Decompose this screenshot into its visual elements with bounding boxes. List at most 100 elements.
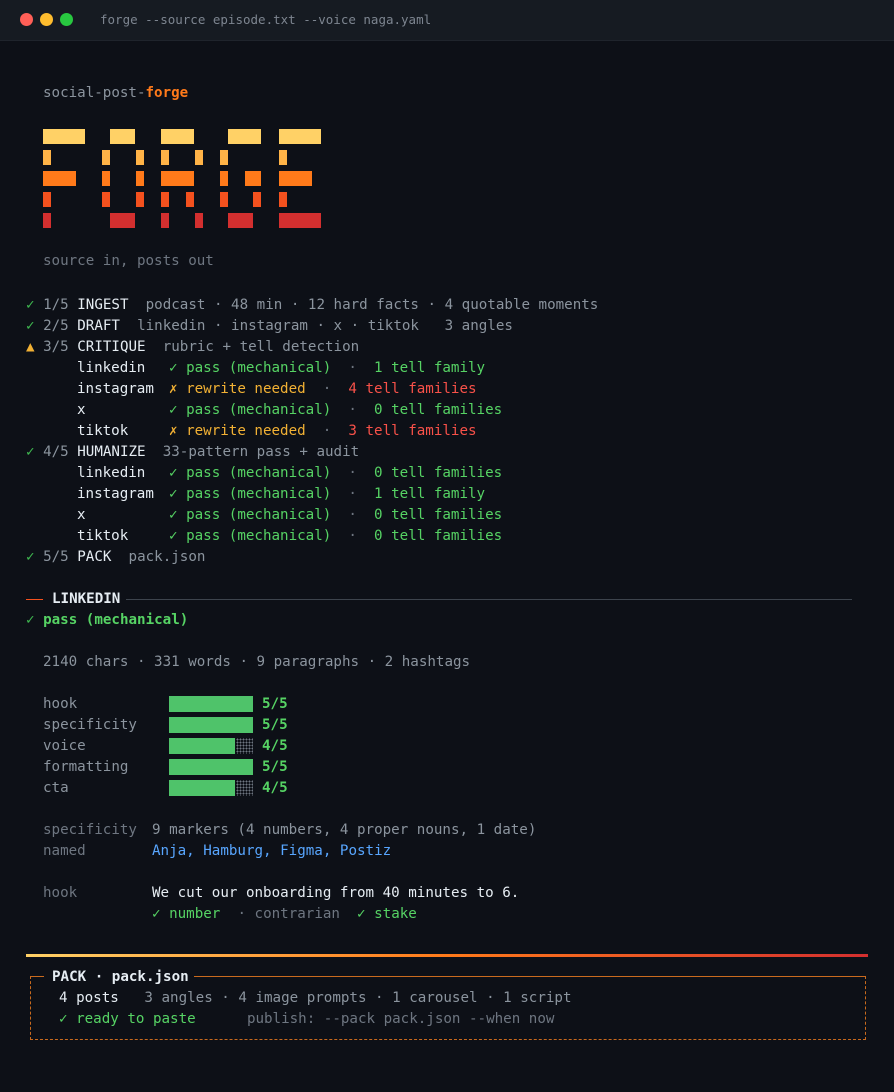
rubric-label-voice: voice	[43, 738, 86, 754]
maximize-window-button[interactable]	[60, 13, 73, 26]
check-icon: ✓	[26, 297, 35, 313]
warning-icon: ▲	[26, 339, 35, 355]
rule-right	[126, 599, 852, 600]
humanize-row-linkedin: linkedin ✓ pass (mechanical) · 0 tell fam…	[77, 463, 502, 484]
rubric-label-hook: hook	[43, 696, 78, 712]
step-detail: pack.json	[128, 549, 206, 565]
check-icon: ✓	[152, 906, 161, 922]
check-icon: ✓	[26, 444, 35, 460]
separator: ·	[348, 465, 357, 481]
rubric-score-voice: 4/5	[262, 738, 288, 754]
step-detail: linkedin · instagram · x · tiktok 3 angl…	[137, 318, 513, 334]
check-icon: ✓	[26, 612, 35, 628]
hook-text: We cut our onboarding from 40 minutes to…	[152, 885, 520, 901]
step-number: 2/5	[43, 318, 69, 334]
tell-count: 1 tell family	[374, 360, 486, 376]
check-icon: ✓	[169, 507, 178, 523]
step-name: HUMANIZE	[77, 444, 146, 460]
separator: ·	[322, 381, 332, 397]
check-icon: ✓	[169, 465, 178, 481]
platform-name: instagram	[77, 381, 154, 397]
brand-prefix: social-post-	[43, 85, 146, 101]
pack-title: PACK · pack.json	[52, 967, 194, 987]
row-status: rewrite needed	[186, 381, 306, 397]
brand-name: social-post-forge	[43, 85, 188, 101]
rubric-score-cta: 4/5	[262, 780, 288, 796]
cross-icon: ✗	[169, 423, 178, 439]
humanize-row-instagram: instagram ✓ pass (mechanical) · 1 tell fa…	[77, 484, 485, 505]
check-icon: ✓	[169, 402, 178, 418]
gradient-divider	[26, 954, 868, 957]
step-name: CRITIQUE	[77, 339, 146, 355]
publish-command[interactable]: publish: --pack pack.json --when now	[247, 1011, 555, 1027]
window-title: forge --source episode.txt --voice naga.…	[100, 12, 432, 27]
critique-row-tiktok: tiktok ✗ rewrite needed · 3 tell families	[77, 421, 477, 442]
tell-count: 0 tell families	[374, 528, 503, 544]
row-status: pass (mechanical)	[186, 465, 332, 481]
check-icon: ✓	[26, 318, 35, 334]
check-icon: ✓	[357, 906, 366, 922]
rubric-bar-cta	[169, 780, 253, 796]
rubric-label-specificity: specificity	[43, 717, 137, 733]
step-number: 4/5	[43, 444, 69, 460]
window-titlebar: forge --source episode.txt --voice naga.…	[0, 0, 894, 41]
pack-status-line: ✓ ready to paste publish: --pack pack.js…	[59, 1009, 554, 1030]
separator: ·	[348, 360, 357, 376]
humanize-row-tiktok: tiktok ✓ pass (mechanical) · 0 tell famil…	[77, 526, 502, 547]
pack-ready: ready to paste	[76, 1011, 196, 1027]
step-pack: ✓ 5/5 PACK pack.json	[26, 547, 205, 568]
step-draft: ✓ 2/5 DRAFT linkedin · instagram · x · t…	[26, 316, 513, 337]
critique-row-linkedin: linkedin ✓ pass (mechanical) · 1 tell fam…	[77, 358, 485, 379]
step-number: 5/5	[43, 549, 69, 565]
step-number: 3/5	[43, 339, 69, 355]
step-name: PACK	[77, 549, 112, 565]
check-icon: ✓	[169, 360, 178, 376]
rubric-bar-specificity	[169, 717, 253, 733]
platform-name: x	[77, 402, 86, 418]
platform-name: tiktok	[77, 528, 129, 544]
rule-left	[26, 599, 43, 600]
tell-count: 0 tell families	[374, 402, 503, 418]
tell-count: 3 tell families	[348, 423, 477, 439]
rubric-label-formatting: formatting	[43, 759, 129, 775]
specificity-label: specificity	[43, 822, 137, 838]
platform-name: instagram	[77, 486, 154, 502]
row-status: pass (mechanical)	[186, 402, 332, 418]
row-status: pass (mechanical)	[186, 486, 332, 502]
tell-count: 4 tell families	[348, 381, 477, 397]
rubric-label-cta: cta	[43, 780, 69, 796]
separator: ·	[348, 507, 357, 523]
rubric-score-specificity: 5/5	[262, 717, 288, 733]
rubric-bar-formatting	[169, 759, 253, 775]
platform-name: linkedin	[77, 465, 146, 481]
platform-name: tiktok	[77, 423, 129, 439]
step-detail: 33-pattern pass + audit	[162, 444, 360, 460]
separator: ·	[348, 528, 357, 544]
separator: ·	[348, 402, 357, 418]
minimize-window-button[interactable]	[40, 13, 53, 26]
hook-tag: contrarian	[254, 906, 340, 922]
step-detail: rubric + tell detection	[162, 339, 360, 355]
rubric-score-formatting: 5/5	[262, 759, 288, 775]
close-window-button[interactable]	[20, 13, 33, 26]
pack-summary: 3 angles · 4 image prompts · 1 carousel …	[144, 990, 572, 1006]
separator: ·	[322, 423, 332, 439]
dot-icon: ·	[237, 906, 246, 922]
row-status: pass (mechanical)	[186, 507, 332, 523]
step-critique: ▲ 3/5 CRITIQUE rubric + tell detection	[26, 337, 359, 358]
hook-label: hook	[43, 885, 78, 901]
rubric-bar-voice	[169, 738, 253, 754]
step-detail: podcast · 48 min · 12 hard facts · 4 quo…	[145, 297, 599, 313]
step-name: INGEST	[77, 297, 129, 313]
check-icon: ✓	[59, 1011, 68, 1027]
hook-tag: stake	[374, 906, 417, 922]
section-title: LINKEDIN	[52, 591, 121, 607]
linkedin-stats: 2140 chars · 331 words · 9 paragraphs · …	[43, 654, 471, 670]
check-icon: ✓	[169, 486, 178, 502]
rubric-bar-hook	[169, 696, 253, 712]
tell-count: 0 tell families	[374, 465, 503, 481]
check-icon: ✓	[169, 528, 178, 544]
check-icon: ✓	[26, 549, 35, 565]
step-number: 1/5	[43, 297, 69, 313]
linkedin-verdict: ✓ pass (mechanical)	[26, 610, 188, 631]
